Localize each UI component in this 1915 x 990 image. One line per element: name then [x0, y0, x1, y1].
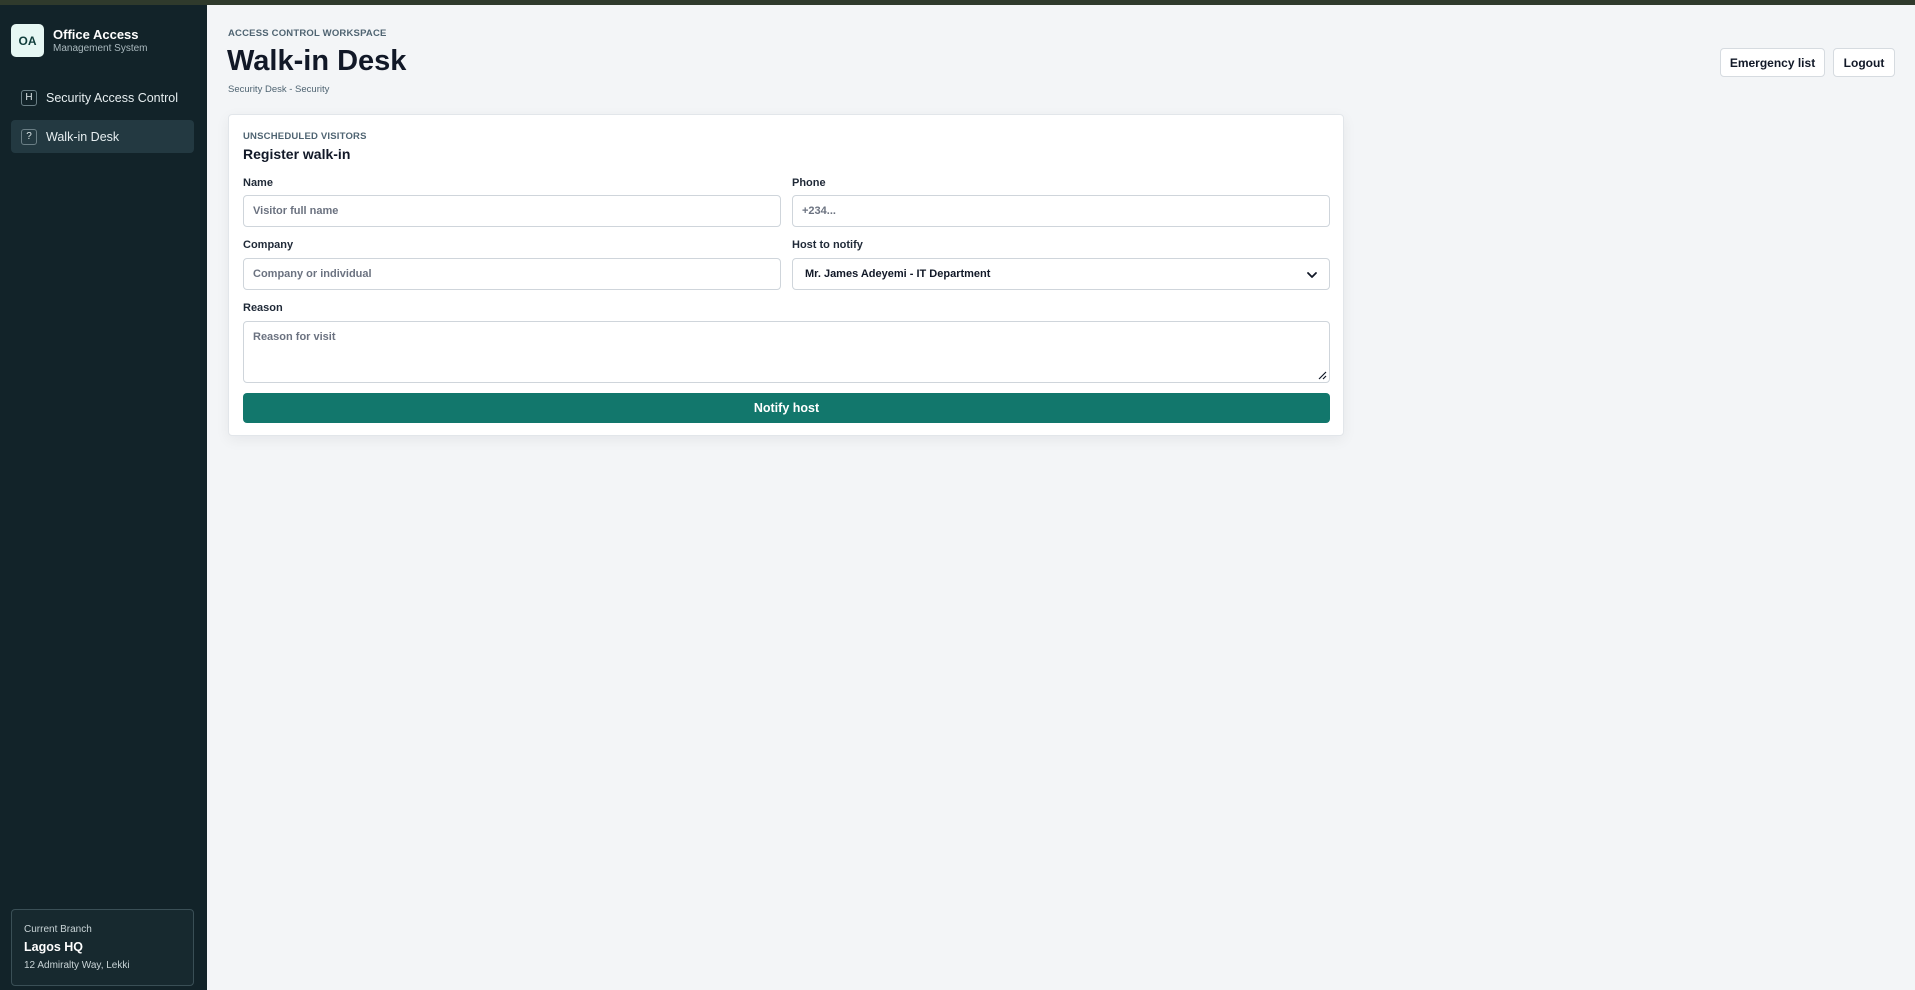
sidebar-item-walk-in-desk[interactable]: ? Walk-in Desk	[11, 120, 194, 153]
page-title: Walk-in Desk	[227, 45, 407, 77]
host-label: Host to notify	[792, 239, 863, 251]
sidebar-item-label: Security Access Control	[46, 90, 178, 105]
chevron-down-icon	[1307, 272, 1317, 278]
card-title: Register walk-in	[243, 146, 351, 162]
resize-grip-icon[interactable]	[1317, 370, 1327, 380]
brand-logo: OA	[11, 24, 44, 57]
reason-label: Reason	[243, 302, 283, 314]
emergency-list-button[interactable]: Emergency list	[1720, 48, 1825, 77]
brand-text: Office Access Management System	[53, 27, 148, 55]
question-icon: ?	[21, 128, 37, 145]
register-walk-in-card: UNSCHEDULED VISITORS Register walk-in Na…	[228, 114, 1344, 436]
sidebar-nav: H Security Access Control ? Walk-in Desk	[11, 81, 194, 159]
phone-input[interactable]	[792, 195, 1330, 227]
host-selected-value: Mr. James Adeyemi - IT Department	[805, 268, 991, 280]
page-subtitle: Security Desk - Security	[228, 84, 330, 95]
top-accent-bar	[0, 0, 1915, 5]
current-branch-card: Current Branch Lagos HQ 12 Admiralty Way…	[11, 909, 194, 986]
logout-button[interactable]: Logout	[1833, 48, 1895, 77]
brand-subtitle: Management System	[53, 42, 148, 54]
company-input[interactable]	[243, 258, 781, 290]
name-input[interactable]	[243, 195, 781, 227]
notify-host-button[interactable]: Notify host	[243, 393, 1330, 423]
branch-label: Current Branch	[24, 924, 92, 935]
branch-address: 12 Admiralty Way, Lekki	[24, 960, 130, 971]
page-eyebrow: ACCESS CONTROL WORKSPACE	[228, 28, 387, 39]
brand: OA Office Access Management System	[11, 24, 148, 57]
branch-name: Lagos HQ	[24, 940, 84, 954]
brand-title: Office Access	[53, 26, 139, 42]
card-eyebrow: UNSCHEDULED VISITORS	[243, 131, 367, 142]
sidebar-item-label: Walk-in Desk	[46, 129, 120, 144]
sidebar-item-security-access-control[interactable]: H Security Access Control	[11, 81, 194, 114]
reason-textarea[interactable]	[243, 321, 1330, 383]
company-label: Company	[243, 239, 294, 251]
phone-label: Phone	[792, 177, 826, 189]
name-label: Name	[243, 177, 273, 189]
sidebar: OA Office Access Management System H Sec…	[0, 5, 207, 990]
host-select[interactable]: Mr. James Adeyemi - IT Department	[792, 258, 1330, 290]
h-icon: H	[21, 89, 37, 106]
